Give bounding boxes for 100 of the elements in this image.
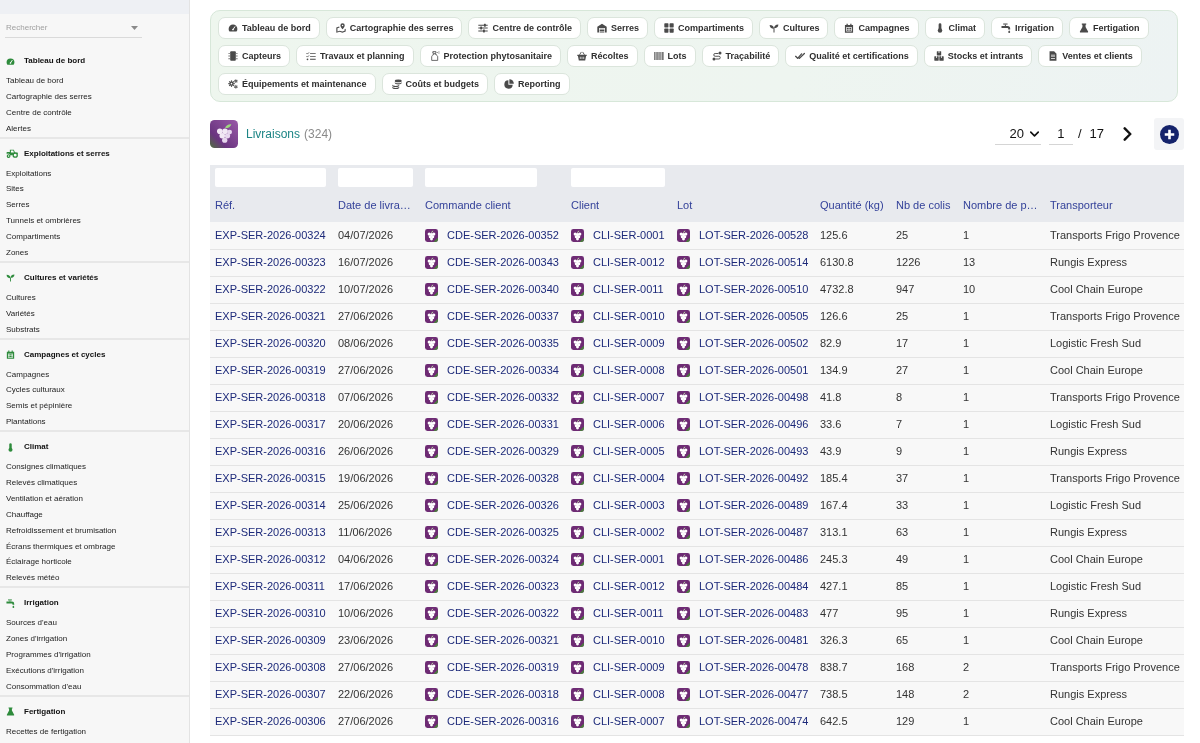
sidebar-link[interactable]: Ventilation et aération	[6, 493, 83, 503]
nav-button[interactable]: Serres	[586, 17, 648, 39]
record-link[interactable]: LOT-SER-2026-00498	[699, 389, 809, 406]
record-link[interactable]: EXP-SER-2026-00313	[215, 526, 326, 539]
sidebar-link[interactable]: Tunnels et ombrières	[6, 216, 81, 226]
nav-button[interactable]: Tableau de bord	[218, 17, 320, 39]
record-link[interactable]: EXP-SER-2026-00318	[215, 391, 326, 404]
nav-button[interactable]: Campagnes	[834, 17, 919, 39]
nav-button[interactable]: Lots	[643, 45, 696, 67]
record-link[interactable]: EXP-SER-2026-00323	[215, 256, 326, 269]
nav-button[interactable]: Fertigation	[1069, 17, 1149, 39]
record-link[interactable]: LOT-SER-2026-00484	[699, 578, 809, 595]
nav-button[interactable]: Cartographie des serres	[325, 17, 463, 39]
record-link[interactable]: LOT-SER-2026-00501	[699, 362, 809, 379]
nav-button[interactable]: Compartiments	[653, 17, 753, 39]
record-link[interactable]: EXP-SER-2026-00315	[215, 472, 326, 485]
record-link[interactable]: CDE-SER-2026-00325	[447, 524, 559, 541]
record-link[interactable]: CDE-SER-2026-00324	[447, 551, 559, 568]
sidebar-link[interactable]: Tableau de bord	[6, 76, 64, 85]
sidebar-link[interactable]: Centre de contrôle	[6, 107, 72, 117]
record-link[interactable]: CLI-SER-0001	[593, 227, 665, 244]
column-header[interactable]: Client	[571, 199, 600, 211]
nav-button[interactable]: Récoltes	[567, 45, 638, 67]
record-link[interactable]: CDE-SER-2026-00343	[447, 254, 559, 271]
record-link[interactable]: LOT-SER-2026-00478	[699, 659, 809, 676]
record-link[interactable]: LOT-SER-2026-00492	[699, 470, 809, 487]
column-header[interactable]: Transporteur	[1050, 199, 1113, 211]
sidebar-link[interactable]: Sources d'eau	[6, 618, 57, 628]
sidebar-link[interactable]: Zones	[6, 248, 29, 257]
record-link[interactable]: CLI-SER-0010	[593, 632, 665, 649]
nav-button[interactable]: Centre de contrôle	[468, 17, 581, 39]
record-link[interactable]: CLI-SER-0006	[593, 416, 665, 433]
sidebar-link[interactable]: Programmes d'irrigation	[6, 650, 91, 660]
sidebar-link[interactable]: Recettes de fertigation	[6, 726, 87, 736]
record-link[interactable]: LOT-SER-2026-00489	[699, 497, 809, 514]
record-link[interactable]: LOT-SER-2026-00528	[699, 227, 809, 244]
nav-button[interactable]: Travaux et planning	[296, 45, 414, 67]
record-link[interactable]: CLI-SER-0001	[593, 551, 665, 568]
record-link[interactable]: LOT-SER-2026-00510	[699, 281, 809, 298]
record-link[interactable]: CLI-SER-0005	[593, 443, 665, 460]
record-link[interactable]: EXP-SER-2026-00309	[215, 634, 326, 647]
record-link[interactable]: CLI-SER-0004	[593, 470, 665, 487]
sidebar-link[interactable]: Plantations	[6, 417, 46, 427]
nav-button[interactable]: Irrigation	[991, 17, 1064, 39]
sidebar-link[interactable]: Exécutions d'irrigation	[6, 665, 84, 675]
column-header[interactable]: Nombre de p…	[963, 199, 1038, 211]
nav-button[interactable]: Ventes et clients	[1038, 45, 1142, 67]
nav-button[interactable]: Équipements et maintenance	[218, 73, 376, 95]
record-link[interactable]: LOT-SER-2026-00502	[699, 335, 809, 352]
record-link[interactable]: CDE-SER-2026-00319	[447, 659, 559, 676]
sidebar-link[interactable]: Consignes climatiques	[6, 462, 87, 472]
sidebar-link[interactable]: Chauffage	[6, 509, 43, 519]
record-link[interactable]: EXP-SER-2026-00321	[215, 310, 326, 323]
column-header[interactable]: Réf.	[215, 199, 236, 211]
column-header[interactable]: Nb de colis	[896, 199, 951, 211]
sidebar-link[interactable]: Relevés climatiques	[6, 478, 78, 488]
record-link[interactable]: EXP-SER-2026-00310	[215, 607, 326, 620]
record-link[interactable]: EXP-SER-2026-00311	[215, 580, 325, 593]
record-link[interactable]: CDE-SER-2026-00316	[447, 713, 559, 730]
sidebar-link[interactable]: Cycles culturaux	[6, 385, 65, 395]
record-link[interactable]: LOT-SER-2026-00487	[699, 524, 809, 541]
record-link[interactable]: EXP-SER-2026-00322	[215, 283, 326, 296]
page-number-field[interactable]: 1	[1048, 123, 1073, 145]
sidebar-link[interactable]: Cultures	[6, 292, 36, 302]
sidebar-link[interactable]: Exploitations	[6, 168, 52, 178]
record-link[interactable]: CDE-SER-2026-00318	[447, 686, 559, 703]
record-link[interactable]: LOT-SER-2026-00493	[699, 443, 809, 460]
record-link[interactable]: LOT-SER-2026-00514	[699, 254, 809, 271]
page-size-select[interactable]: 20	[994, 123, 1041, 145]
next-page-button[interactable]	[1123, 127, 1132, 141]
nav-button[interactable]: Stocks et intrants	[923, 45, 1033, 67]
nav-button[interactable]: Cultures	[758, 17, 829, 39]
record-link[interactable]: EXP-SER-2026-00319	[215, 364, 326, 377]
record-link[interactable]: CDE-SER-2026-00322	[447, 605, 559, 622]
sidebar-link[interactable]: Sites	[6, 184, 24, 194]
record-link[interactable]: EXP-SER-2026-00307	[215, 688, 326, 701]
record-link[interactable]: LOT-SER-2026-00477	[699, 686, 809, 703]
sidebar-link[interactable]: Relevés météo	[6, 573, 60, 583]
search-field[interactable]: Rechercher	[5, 18, 142, 38]
record-link[interactable]: CLI-SER-0011	[593, 281, 664, 298]
nav-button[interactable]: Climat	[924, 17, 985, 39]
record-link[interactable]: CLI-SER-0009	[593, 659, 665, 676]
record-link[interactable]: CDE-SER-2026-00340	[447, 281, 559, 298]
record-link[interactable]: LOT-SER-2026-00483	[699, 605, 809, 622]
sidebar-link[interactable]: Cartographie des serres	[6, 91, 92, 101]
record-link[interactable]: EXP-SER-2026-00316	[215, 445, 326, 458]
sidebar-link[interactable]: Serres	[6, 200, 30, 210]
sidebar-link[interactable]: Campagnes	[6, 369, 50, 379]
record-link[interactable]: CDE-SER-2026-00328	[447, 470, 559, 487]
record-link[interactable]: CDE-SER-2026-00329	[447, 443, 559, 460]
column-header[interactable]: Date de livra…	[338, 199, 411, 211]
record-link[interactable]: CLI-SER-0012	[593, 254, 665, 271]
sidebar-link[interactable]: Refroidissement et brumisation	[6, 525, 117, 535]
record-link[interactable]: CDE-SER-2026-00332	[447, 389, 559, 406]
record-link[interactable]: LOT-SER-2026-00474	[699, 713, 809, 730]
sidebar-link[interactable]: Zones d'irrigation	[6, 634, 68, 644]
add-button[interactable]	[1154, 118, 1184, 150]
nav-button[interactable]: Traçabilité	[701, 45, 780, 67]
sidebar-link[interactable]: Substrats	[6, 324, 40, 334]
sidebar-link[interactable]: Éclairage horticole	[6, 557, 72, 567]
